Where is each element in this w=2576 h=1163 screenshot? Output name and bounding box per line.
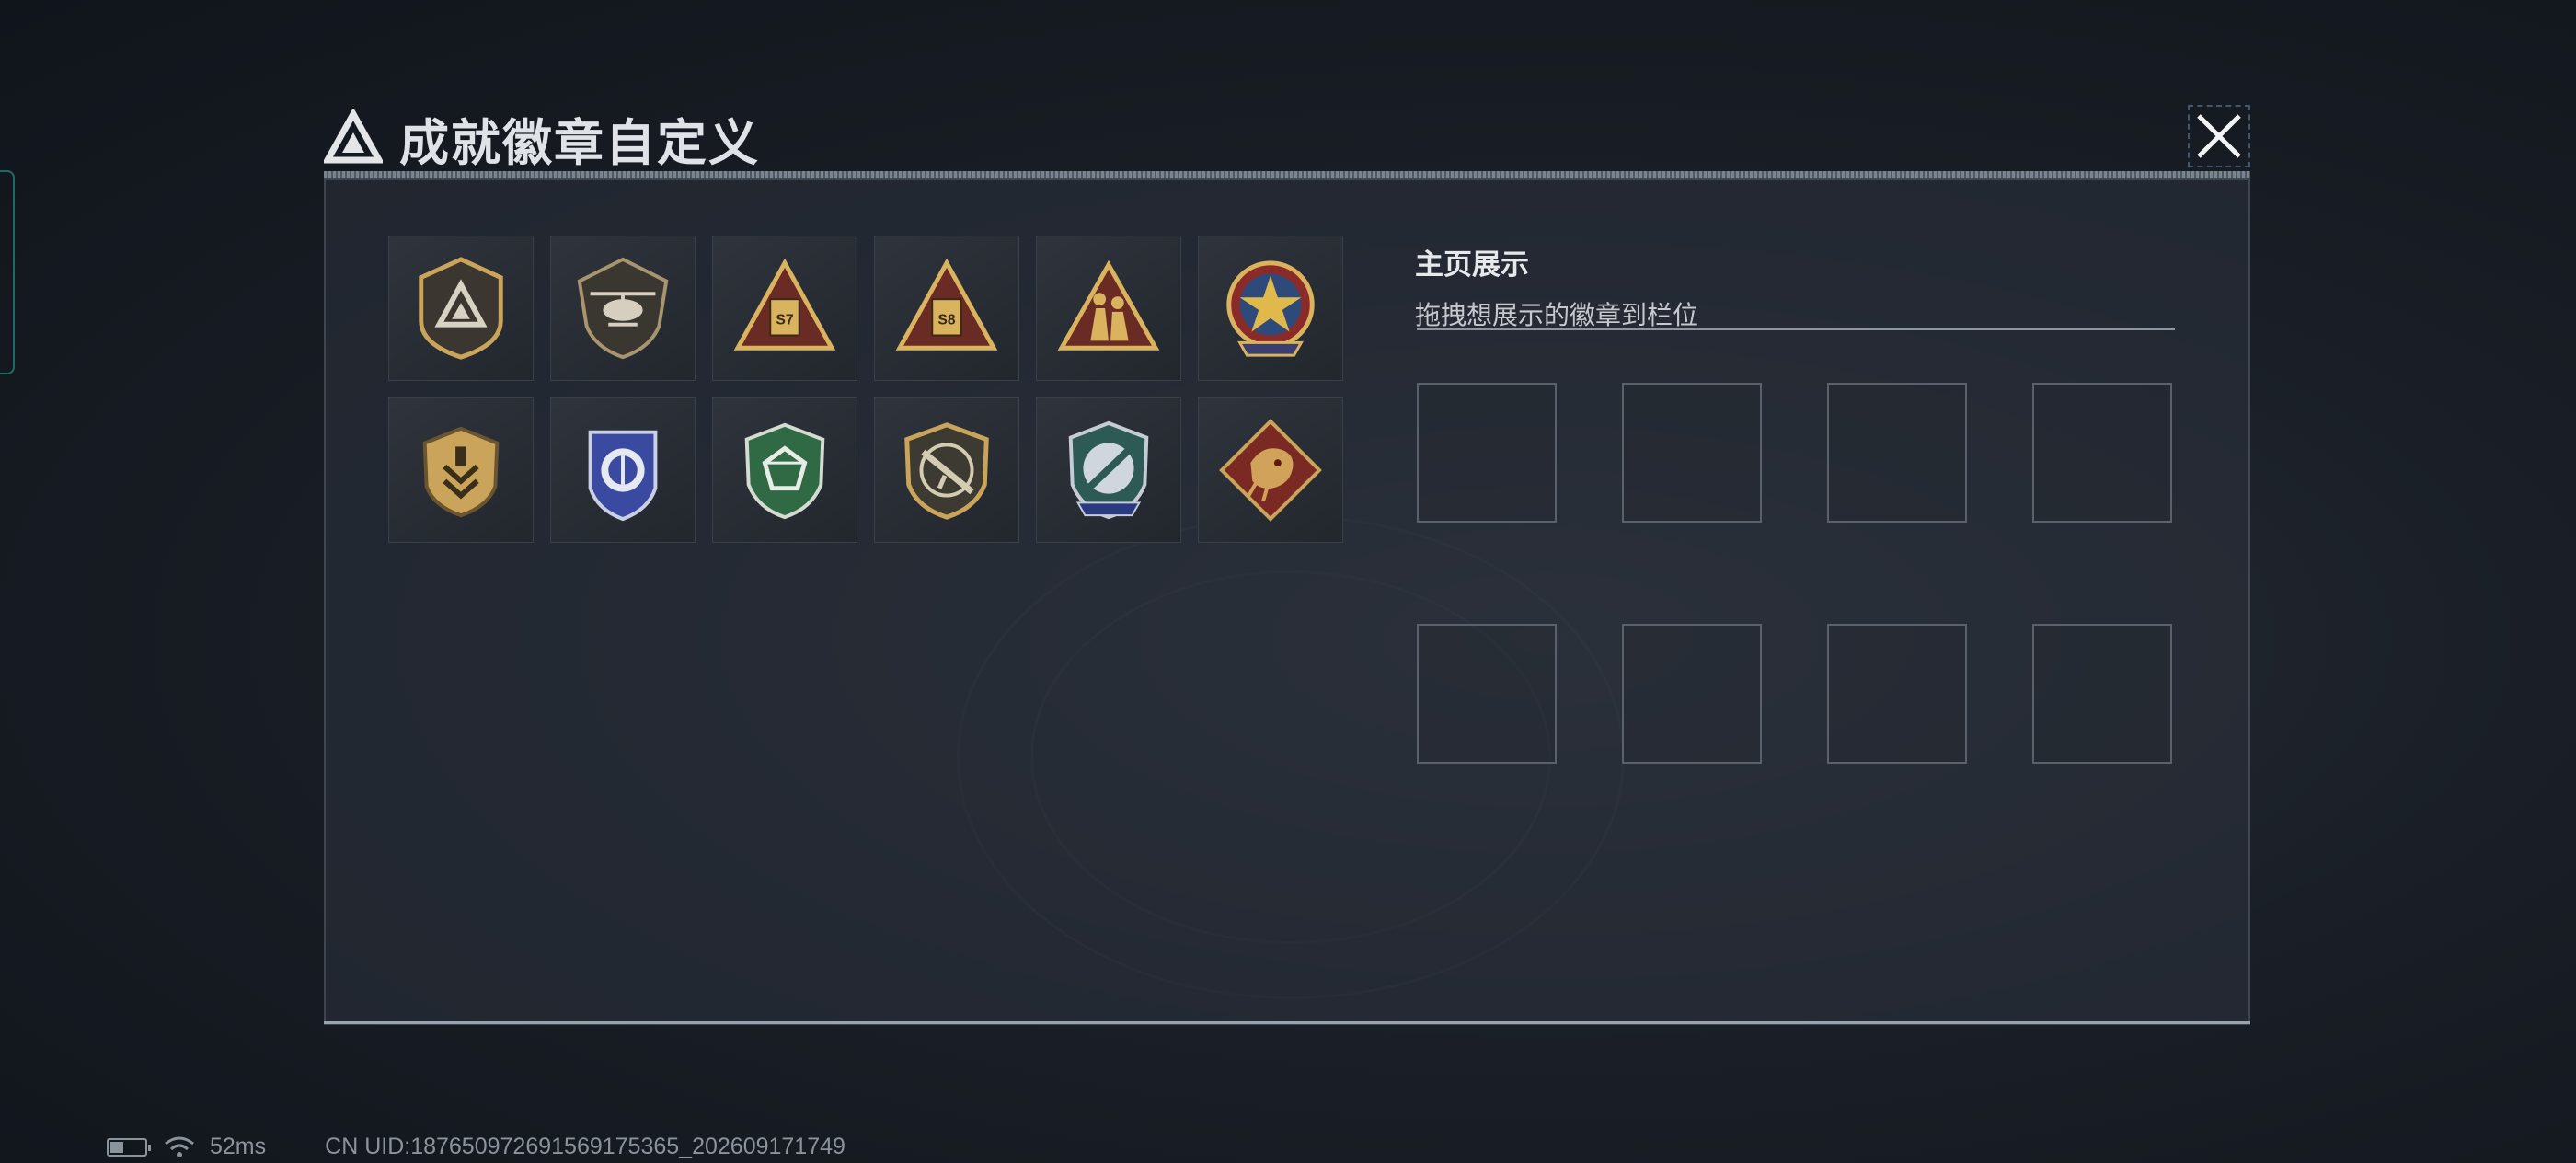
- badge-green-gem[interactable]: [712, 397, 857, 543]
- display-header: 主页展示 拖拽想展示的徽章到栏位: [1415, 241, 1698, 332]
- triangle-s7-icon: S7: [733, 258, 836, 351]
- dragon-diamond-icon: [1219, 419, 1322, 522]
- rifle-shield-icon: [904, 422, 989, 520]
- display-slot-6[interactable]: [1622, 624, 1762, 764]
- battery-icon: [107, 1137, 151, 1157]
- panel-bottom-rule: [324, 1021, 2250, 1024]
- status-bar: 52ms CN UID:18765097269156917536​5_20260…: [107, 1134, 845, 1160]
- badge-knife-crest[interactable]: [1036, 397, 1181, 543]
- star-medal-icon: [1226, 260, 1315, 357]
- badge-s8-label: S8: [937, 313, 955, 328]
- badge-blue-crest[interactable]: [550, 397, 696, 543]
- display-slot-1[interactable]: [1417, 383, 1557, 523]
- helicopter-shield-icon: [577, 257, 669, 360]
- display-divider: [1417, 328, 2175, 330]
- knife-crest-icon: [1068, 420, 1149, 520]
- display-slot-8[interactable]: [2032, 624, 2172, 764]
- wifi-icon: [165, 1136, 194, 1157]
- triangle-s8-icon: S8: [895, 258, 998, 351]
- badge-chevron-shield[interactable]: [388, 397, 534, 543]
- badge-s7-label: S7: [776, 313, 793, 328]
- delta-logo-icon: [324, 109, 383, 164]
- badge-delta[interactable]: [388, 236, 534, 381]
- gold-shield-icon: [422, 426, 500, 518]
- title-bar: 成就徽章自定义: [324, 99, 760, 177]
- display-slot-7[interactable]: [1827, 624, 1967, 764]
- uid-text: CN UID:18765097269156917536​5_2026091717…: [325, 1134, 845, 1159]
- blue-crest-icon: [588, 430, 658, 522]
- badge-s7[interactable]: S7: [712, 236, 857, 381]
- display-slot-4[interactable]: [2032, 383, 2172, 523]
- display-title: 主页展示: [1415, 248, 1529, 281]
- display-subtitle: 拖拽想展示的徽章到栏位: [1415, 301, 1699, 329]
- title-divider: [324, 171, 2250, 178]
- badge-dragon[interactable]: [1198, 397, 1343, 543]
- display-slot-2[interactable]: [1622, 383, 1762, 523]
- side-drawer-handle[interactable]: [0, 170, 15, 374]
- delta-shield-icon: [419, 257, 503, 360]
- display-slot-5[interactable]: [1417, 624, 1557, 764]
- close-icon: [2197, 114, 2241, 158]
- badge-rifle[interactable]: [874, 397, 1019, 543]
- green-shield-icon: [744, 422, 825, 520]
- ping-value: 52ms: [210, 1134, 267, 1159]
- badge-squad[interactable]: [1036, 236, 1181, 381]
- badge-helicopter[interactable]: [550, 236, 696, 381]
- badge-s8[interactable]: S8: [874, 236, 1019, 381]
- display-slots: [1417, 383, 2172, 764]
- display-slot-3[interactable]: [1827, 383, 1967, 523]
- battery-level-fill: [110, 1141, 123, 1153]
- page-title: 成就徽章自定义: [399, 115, 760, 171]
- badge-star-wreath[interactable]: [1198, 236, 1343, 381]
- triangle-soldiers-icon: [1057, 259, 1160, 351]
- close-button[interactable]: [2188, 105, 2250, 167]
- badge-collection: S7 S8: [388, 236, 1343, 543]
